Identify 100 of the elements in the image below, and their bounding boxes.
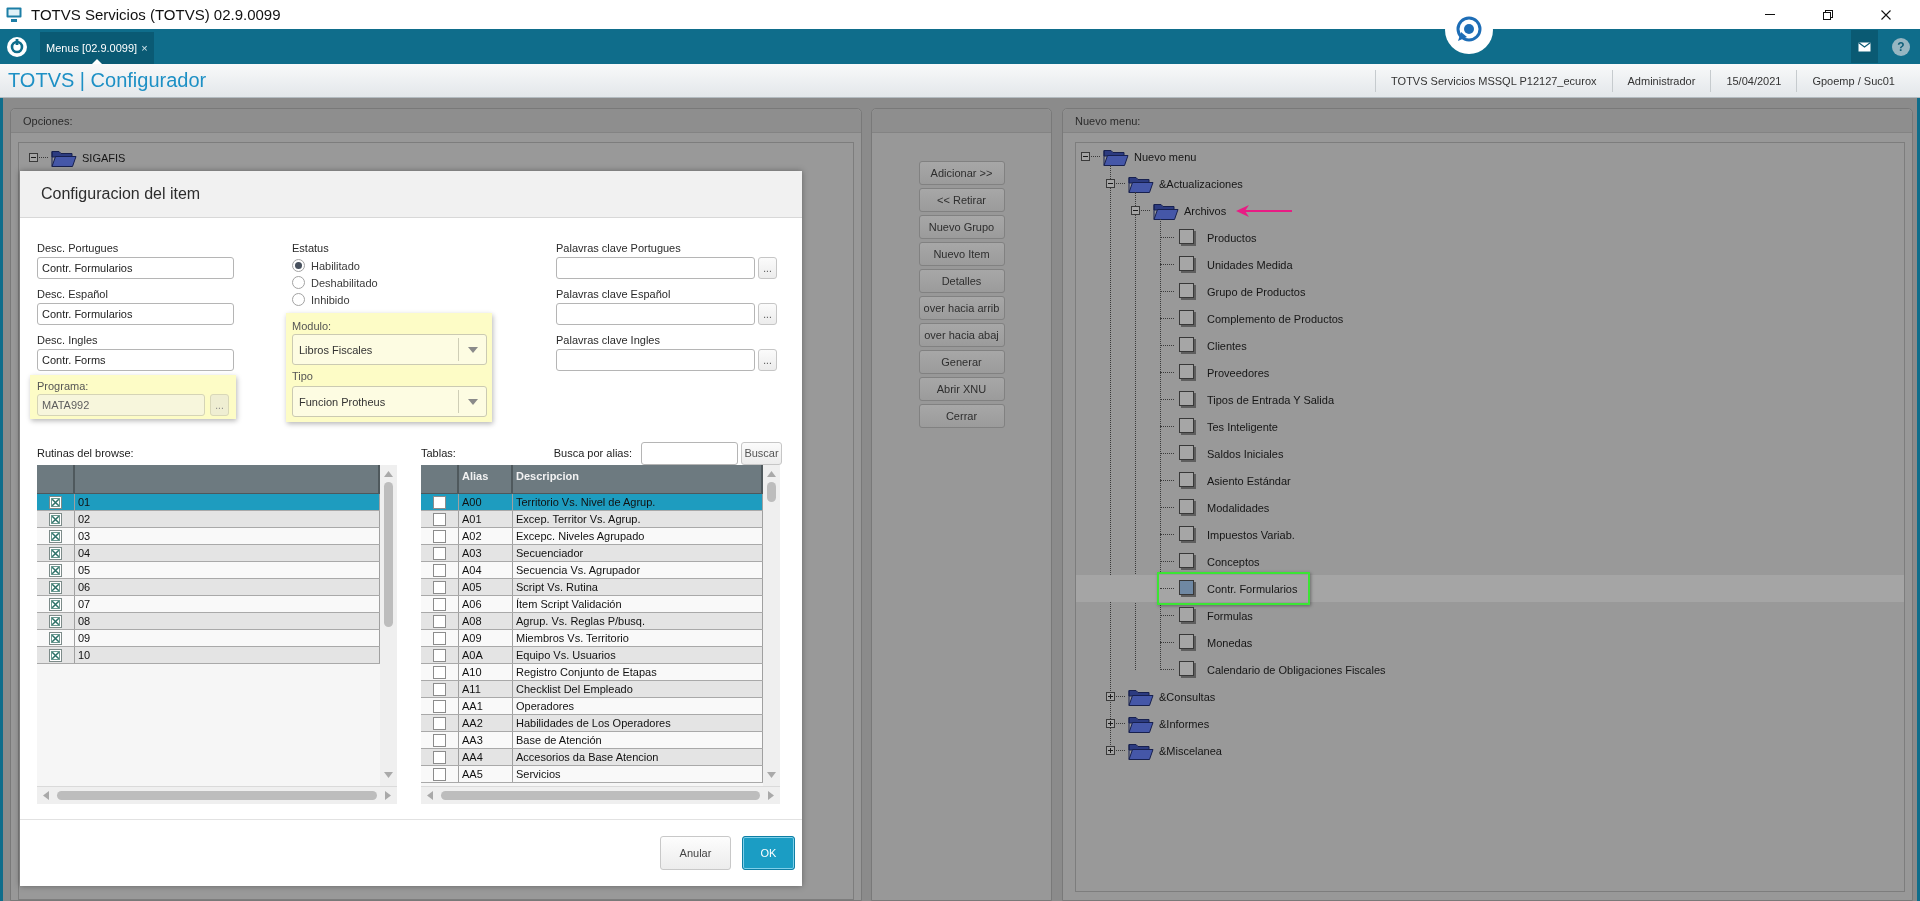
scrollbar-thumb[interactable] <box>767 482 776 502</box>
tree-item[interactable]: Conceptos <box>1076 548 1904 575</box>
browse-button[interactable]: ... <box>758 257 777 279</box>
collapse-icon[interactable] <box>1106 179 1115 188</box>
table-row[interactable]: 02 <box>37 511 380 528</box>
vertical-scrollbar[interactable] <box>763 465 780 786</box>
expand-icon[interactable] <box>1106 692 1115 701</box>
tree-item[interactable]: Grupo de Productos <box>1076 278 1904 305</box>
checkbox[interactable] <box>433 682 446 696</box>
scrollbar-thumb[interactable] <box>384 482 393 627</box>
tree-item[interactable]: SIGAFIS <box>19 144 853 171</box>
collapse-icon[interactable] <box>29 153 38 162</box>
table-row[interactable]: A03 Secuenciador <box>421 545 763 562</box>
checkbox[interactable] <box>49 614 62 628</box>
table-row[interactable]: AA1 Operadores <box>421 698 763 715</box>
table-row[interactable]: 05 <box>37 562 380 579</box>
checkbox[interactable] <box>433 733 446 747</box>
checkbox[interactable] <box>433 546 446 560</box>
scroll-right-icon[interactable] <box>385 791 391 800</box>
checkbox[interactable] <box>49 648 62 662</box>
checkbox[interactable] <box>433 512 446 526</box>
table-row[interactable]: A10 Registro Conjunto de Etapas <box>421 664 763 681</box>
tree-item[interactable]: Clientes <box>1076 332 1904 359</box>
tree-item[interactable]: Contr. Formularios <box>1076 575 1904 602</box>
horizontal-scrollbar[interactable] <box>421 786 780 804</box>
close-tab-button[interactable]: × <box>141 42 148 54</box>
tree-item[interactable]: Monedas <box>1076 629 1904 656</box>
checkbox[interactable] <box>49 631 62 645</box>
tree-item[interactable]: &Informes <box>1076 710 1904 737</box>
tree-item[interactable]: Modalidades <box>1076 494 1904 521</box>
text-field[interactable]: Contr. Formularios <box>37 303 234 325</box>
table-row[interactable]: 03 <box>37 528 380 545</box>
table-row[interactable]: A00 Territorio Vs. Nivel de Agrup. <box>421 494 763 511</box>
checkbox[interactable] <box>433 665 446 679</box>
checkbox[interactable] <box>433 597 446 611</box>
tree-item[interactable]: Calendario de Obligaciones Fiscales <box>1076 656 1904 683</box>
scrollbar-thumb[interactable] <box>57 791 377 800</box>
menu-action-button[interactable]: Nuevo Grupo <box>918 215 1005 239</box>
tree-item[interactable]: Tipos de Entrada Y Salida <box>1076 386 1904 413</box>
table-row[interactable]: 09 <box>37 630 380 647</box>
radio-button[interactable] <box>292 276 305 289</box>
checkbox[interactable] <box>49 597 62 611</box>
checkbox[interactable] <box>49 512 62 526</box>
menu-action-button[interactable]: Detalles <box>918 269 1005 293</box>
table-row[interactable]: A01 Excep. Territor Vs. Agrup. <box>421 511 763 528</box>
column-header[interactable]: Alias <box>462 470 489 482</box>
scroll-down-icon[interactable] <box>384 772 393 778</box>
checkbox[interactable] <box>433 648 446 662</box>
table-row[interactable]: A02 Excepc. Niveles Agrupado <box>421 528 763 545</box>
menu-action-button[interactable]: Adicionar >> <box>918 161 1005 185</box>
scroll-up-icon[interactable] <box>384 471 393 477</box>
collapse-icon[interactable] <box>1081 152 1090 161</box>
scrollbar-thumb[interactable] <box>441 791 760 800</box>
table-row[interactable]: 08 <box>37 613 380 630</box>
checkbox[interactable] <box>433 614 446 628</box>
close-icon[interactable] <box>1881 9 1891 20</box>
dropdown[interactable]: Funcion Protheus <box>292 386 487 417</box>
search-field[interactable] <box>641 441 738 465</box>
tree-item[interactable]: &Miscelanea <box>1076 737 1904 764</box>
tree-item[interactable]: Productos <box>1076 224 1904 251</box>
tree-item[interactable]: Archivos <box>1076 197 1904 224</box>
table-row[interactable]: A09 Miembros Vs. Territorio <box>421 630 763 647</box>
tree-item[interactable]: Tes Inteligente <box>1076 413 1904 440</box>
checkbox[interactable] <box>49 529 62 543</box>
tree-item[interactable]: Formulas <box>1076 602 1904 629</box>
cancel-button[interactable]: Anular <box>660 836 731 870</box>
browse-button[interactable]: ... <box>758 303 777 325</box>
table-row[interactable]: AA2 Habilidades de Los Operadores <box>421 715 763 732</box>
scroll-down-icon[interactable] <box>767 772 776 778</box>
checkbox[interactable] <box>49 495 62 509</box>
checkbox[interactable] <box>433 767 446 781</box>
keyword-field[interactable] <box>556 349 755 371</box>
tree-item[interactable]: Saldos Iniciales <box>1076 440 1904 467</box>
vertical-scrollbar[interactable] <box>380 465 397 786</box>
keyword-field[interactable] <box>556 303 755 325</box>
tree-item[interactable]: &Consultas <box>1076 683 1904 710</box>
tree-item[interactable]: Unidades Medida <box>1076 251 1904 278</box>
tree-item[interactable]: Proveedores <box>1076 359 1904 386</box>
text-field[interactable]: Contr. Forms <box>37 349 234 371</box>
tree-item[interactable]: Asiento Estándar <box>1076 467 1904 494</box>
checkbox[interactable] <box>433 699 446 713</box>
checkbox[interactable] <box>433 716 446 730</box>
menu-action-button[interactable]: << Retirar <box>918 188 1005 212</box>
table-row[interactable]: 01 <box>37 494 380 511</box>
checkbox[interactable] <box>49 546 62 560</box>
checkbox[interactable] <box>49 563 62 577</box>
checkbox[interactable] <box>433 529 446 543</box>
table-row[interactable]: 07 <box>37 596 380 613</box>
radio-label[interactable]: Deshabilitado <box>311 276 378 289</box>
menu-action-button[interactable]: over hacia arrib <box>918 296 1005 320</box>
tree-item[interactable]: &Actualizaciones <box>1076 170 1904 197</box>
scroll-left-icon[interactable] <box>427 791 433 800</box>
menu-action-button[interactable]: Abrir XNU <box>918 377 1005 401</box>
tab[interactable]: Menus [02.9.0099] × <box>40 32 154 64</box>
menu-action-button[interactable]: Cerrar <box>918 404 1005 428</box>
help-button[interactable]: ? <box>1892 37 1910 56</box>
checkbox[interactable] <box>433 563 446 577</box>
text-field[interactable]: Contr. Formularios <box>37 257 234 279</box>
tree-item[interactable]: Nuevo menu <box>1076 143 1904 170</box>
radio-button[interactable] <box>292 293 305 306</box>
